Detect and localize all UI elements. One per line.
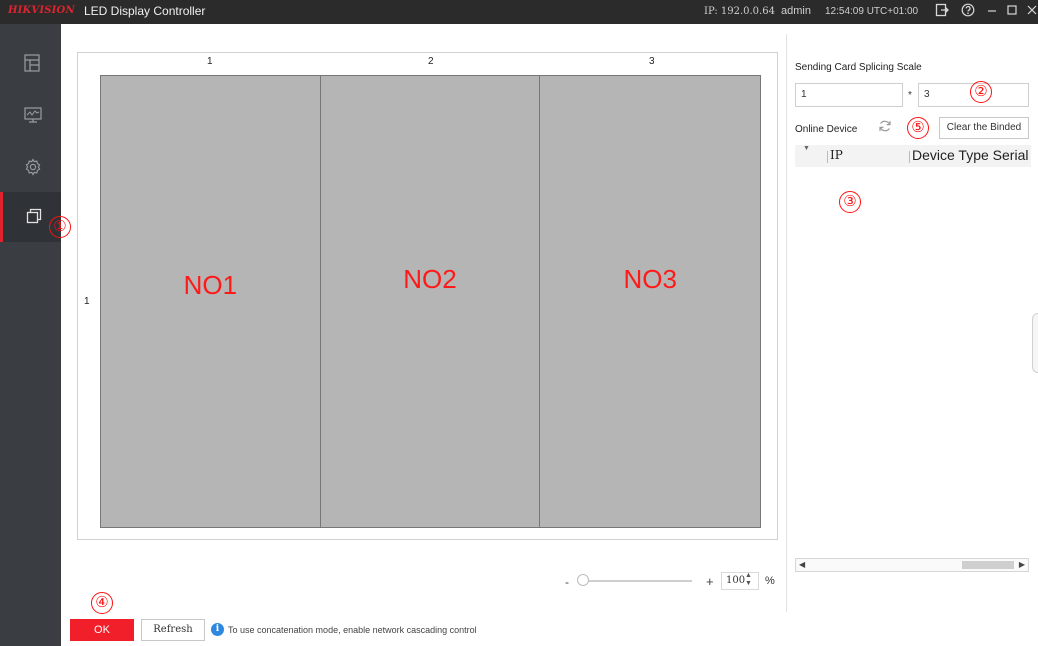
ok-button[interactable]: OK (70, 619, 134, 641)
screen-cell-3[interactable]: NO3 (540, 76, 761, 527)
scrollbar-thumb[interactable] (962, 561, 1014, 569)
help-icon[interactable] (960, 3, 976, 19)
online-device-label: Online Device (795, 124, 858, 135)
screen-number-label: NO3 (623, 264, 677, 294)
screen-cell-1[interactable]: NO1 (101, 76, 321, 527)
scroll-right-icon[interactable]: ▶ (1019, 560, 1025, 569)
screen-number-label: NO2 (403, 264, 457, 294)
cascading-hint: To use concatenation mode, enable networ… (228, 625, 477, 635)
annotation-4: ④ (91, 592, 113, 614)
screen-cell-2[interactable]: NO2 (320, 76, 541, 527)
maximize-icon[interactable] (1004, 3, 1020, 19)
clock: 12:54:09 UTC+01:00 (825, 6, 919, 17)
device-table-header: ▼ IP Device Type Serial (795, 145, 1031, 167)
zoom-slider-track[interactable] (582, 580, 692, 582)
column-separator (827, 151, 828, 163)
zoom-out-button[interactable]: - (565, 575, 569, 589)
panel-divider (786, 34, 787, 612)
column-header-device-type-serial[interactable]: Device Type Serial (912, 147, 1028, 163)
annotation-2: ② (970, 81, 992, 103)
annotation-1: ① (49, 216, 71, 238)
brand-logo: HIKVISION (8, 5, 75, 16)
refresh-icon[interactable] (878, 119, 892, 136)
sidebar-item-monitor[interactable] (0, 90, 61, 140)
minimize-icon[interactable] (984, 3, 1000, 19)
zoom-value-input[interactable]: 100 (721, 572, 759, 590)
app-title: LED Display Controller (84, 4, 206, 18)
monitor-icon (24, 107, 42, 123)
column-header-ip[interactable]: IP (830, 148, 843, 162)
column-separator (909, 151, 910, 163)
sidebar-item-settings[interactable] (0, 142, 61, 192)
sort-icon[interactable]: ▼ (803, 145, 810, 152)
screens-copy-icon (26, 208, 42, 224)
annotation-5: ⑤ (907, 117, 929, 139)
user-name[interactable]: admin (781, 5, 811, 17)
device-ip: IP: 192.0.0.64 (704, 6, 775, 17)
screen-grid: NO1 NO2 NO3 (100, 75, 761, 528)
splicing-scale-title: Sending Card Splicing Scale (795, 62, 922, 73)
zoom-slider-thumb[interactable] (577, 574, 589, 586)
screen-number-label: NO1 (183, 270, 238, 300)
annotation-3: ③ (839, 191, 861, 213)
horizontal-scrollbar[interactable]: ◀ ▶ (795, 558, 1029, 572)
sidebar-item-layout[interactable] (0, 38, 61, 88)
title-bar: HIKVISION LED Display Controller IP: 192… (0, 0, 1038, 24)
sidebar (0, 24, 61, 646)
zoom-in-button[interactable]: + (706, 574, 714, 589)
layout-icon (24, 54, 40, 72)
clear-binded-button[interactable]: Clear the Binded (939, 117, 1029, 139)
logout-icon[interactable] (934, 3, 950, 19)
column-label: 1 (207, 56, 213, 67)
zoom-unit: % (765, 575, 775, 587)
rows-input[interactable]: 1 (795, 83, 903, 107)
row-label: 1 (84, 296, 90, 307)
scroll-left-icon[interactable]: ◀ (799, 560, 805, 569)
scale-separator: * (908, 90, 912, 101)
refresh-button[interactable]: Refresh (141, 619, 205, 641)
panel-collapse-handle[interactable] (1032, 313, 1038, 373)
zoom-spinner[interactable]: ▲ ▼ (745, 572, 752, 588)
info-icon: i (211, 623, 224, 636)
gear-icon (25, 158, 41, 176)
close-icon[interactable] (1024, 3, 1038, 19)
column-label: 3 (649, 56, 655, 67)
column-label: 2 (428, 56, 434, 67)
